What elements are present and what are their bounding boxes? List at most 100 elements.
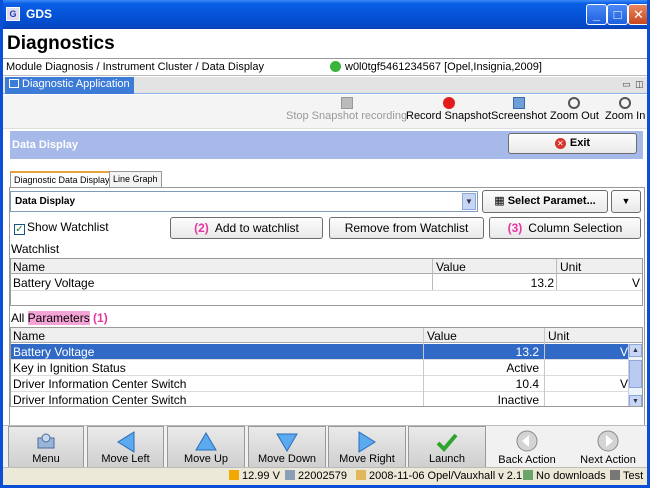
move-right-button[interactable]: Move Right (328, 426, 406, 468)
stop-snapshot-button[interactable]: Stop Snapshot recording (286, 97, 407, 122)
breadcrumb-row: Module Diagnosis / Instrument Cluster / … (3, 58, 647, 76)
tab-line-graph[interactable]: Line Graph (109, 171, 162, 187)
application-window: G GDS _ □ ✕ Diagnostics Module Diagnosis… (0, 0, 650, 488)
zoom-in-button[interactable]: Zoom In (605, 97, 645, 122)
exit-label: Exit (569, 137, 591, 149)
close-circle-icon: ✕ (554, 138, 566, 149)
all-parameters-table: Name Value Unit Battery Voltage 13.2 V K… (10, 327, 643, 407)
section-title: Data Display (12, 139, 79, 151)
column-divider (423, 328, 424, 406)
arrow-down-icon (276, 433, 298, 452)
arrow-right-icon (358, 431, 376, 453)
table-row[interactable]: Battery Voltage 13.2 V (11, 344, 630, 360)
column-header-value[interactable]: Value (427, 329, 457, 343)
table-row[interactable]: Key in Ignition Status Active (11, 360, 630, 376)
row-name: Key in Ignition Status (13, 361, 126, 375)
move-up-button[interactable]: Move Up (167, 426, 245, 468)
all-parameters-header: Name Value Unit (11, 328, 642, 343)
column-header-unit[interactable]: Unit (560, 260, 581, 274)
maximize-button[interactable]: □ (607, 4, 628, 25)
status-version-value: 2008-11-06 Opel/Vauxhall v 2.1 (369, 470, 523, 482)
move-left-label: Move Left (101, 453, 150, 465)
column-header-name[interactable]: Name (13, 260, 45, 274)
scroll-thumb[interactable] (629, 360, 642, 388)
status-mode: Test (610, 470, 643, 482)
show-watchlist-checkbox[interactable]: ✓ Show Watchlist (14, 220, 109, 235)
launch-button[interactable]: Launch (408, 426, 486, 468)
status-version: 2008-11-06 Opel/Vauxhall v 2.1 (356, 470, 522, 482)
move-down-button[interactable]: Move Down (248, 426, 326, 468)
main-content: Diagnostics Module Diagnosis / Instrumen… (3, 29, 647, 485)
column-header-name[interactable]: Name (13, 329, 45, 343)
column-selection-button[interactable]: (3) Column Selection (489, 217, 641, 239)
row-name: Driver Information Center Switch (13, 393, 187, 407)
tab-diagnostic-data-display[interactable]: Diagnostic Data Display (10, 171, 114, 187)
next-icon (597, 430, 619, 452)
menu-button[interactable]: Menu (8, 426, 84, 468)
add-to-watchlist-label: Add to watchlist (214, 221, 299, 235)
move-down-label: Move Down (257, 453, 317, 465)
status-downloads: No downloads (523, 470, 606, 482)
record-snapshot-button[interactable]: Record Snapshot (406, 97, 491, 122)
column-header-value[interactable]: Value (436, 260, 466, 274)
tab-minimize-icon[interactable]: ▭ (622, 79, 631, 90)
move-left-button[interactable]: Move Left (87, 426, 164, 468)
application-tab-bar: Diagnostic Application ▭ ◫ (3, 77, 647, 94)
launch-label: Launch (428, 453, 466, 465)
vehicle-info: w0l0tgf5461234567 [Opel,Insignia,2009] (330, 61, 542, 73)
next-action-label: Next Action (580, 454, 636, 466)
test-icon (610, 470, 620, 480)
table-row[interactable]: Driver Information Center Switch 10.4 V (11, 376, 630, 392)
arrow-left-icon (116, 431, 134, 453)
watchlist-header: Name Value Unit (11, 259, 642, 274)
tab-restore-icon[interactable]: ◫ (635, 79, 644, 90)
add-to-watchlist-button[interactable]: (2) Add to watchlist (170, 217, 323, 239)
row-value: 13.2 (530, 276, 554, 290)
download-icon (523, 470, 533, 480)
vertical-scrollbar[interactable]: ▲ ▼ (628, 344, 642, 406)
row-value: 13.2 (515, 345, 539, 359)
annotation-tag: (1) (93, 311, 108, 325)
chevron-down-icon[interactable]: ▼ (462, 193, 476, 210)
row-unit: V (619, 377, 628, 391)
minimize-button[interactable]: _ (586, 4, 607, 25)
parameters-dropdown-button[interactable]: ▼ (611, 190, 641, 213)
breadcrumb: Module Diagnosis / Instrument Cluster / … (6, 61, 264, 73)
table-row[interactable]: Driver Information Center Switch Inactiv… (11, 392, 630, 407)
tab-label: Diagnostic Application (22, 78, 130, 90)
back-icon (516, 430, 538, 452)
stop-snapshot-label: Stop Snapshot recording (286, 110, 408, 122)
parameters-icon: ▦ (494, 195, 508, 207)
toolbar: Stop Snapshot recording Record Snapshot … (3, 95, 647, 129)
zoom-in-icon (619, 97, 632, 109)
screenshot-label: Screenshot (491, 110, 547, 122)
select-parameters-button[interactable]: ▦ Select Paramet... (482, 190, 608, 213)
remove-from-watchlist-button[interactable]: Remove from Watchlist (329, 217, 484, 239)
status-device-value: 22002579 (298, 470, 347, 482)
status-mode-value: Test (623, 470, 644, 482)
column-selection-label: Column Selection (528, 221, 623, 235)
status-downloads-value: No downloads (536, 470, 606, 482)
next-action-button[interactable]: Next Action (569, 426, 647, 468)
stop-icon (340, 97, 353, 109)
zoom-out-button[interactable]: Zoom Out (550, 97, 599, 122)
column-header-unit[interactable]: Unit (548, 329, 569, 343)
scroll-down-icon[interactable]: ▼ (629, 395, 642, 406)
exit-button[interactable]: ✕ Exit (508, 133, 637, 154)
move-right-label: Move Right (339, 453, 395, 465)
window-title: GDS (26, 7, 53, 21)
table-row[interactable]: Battery Voltage 13.2 V (11, 275, 642, 291)
screenshot-button[interactable]: Screenshot (491, 97, 547, 122)
tab-diagnostic-application[interactable]: Diagnostic Application (5, 77, 134, 94)
close-button[interactable]: ✕ (628, 4, 647, 25)
column-divider (544, 328, 545, 406)
data-display-select[interactable]: Data Display ▼ (10, 191, 478, 212)
row-name: Driver Information Center Switch (13, 377, 187, 391)
vehicle-vin: w0l0tgf5461234567 [Opel,Insignia,2009] (345, 61, 542, 73)
checkmark-icon: ✓ (14, 224, 25, 235)
row-unit: V (631, 276, 640, 290)
arrow-up-icon (195, 432, 217, 451)
app-icon: G (6, 7, 20, 21)
scroll-up-icon[interactable]: ▲ (629, 344, 642, 357)
back-action-button[interactable]: Back Action (488, 426, 566, 468)
